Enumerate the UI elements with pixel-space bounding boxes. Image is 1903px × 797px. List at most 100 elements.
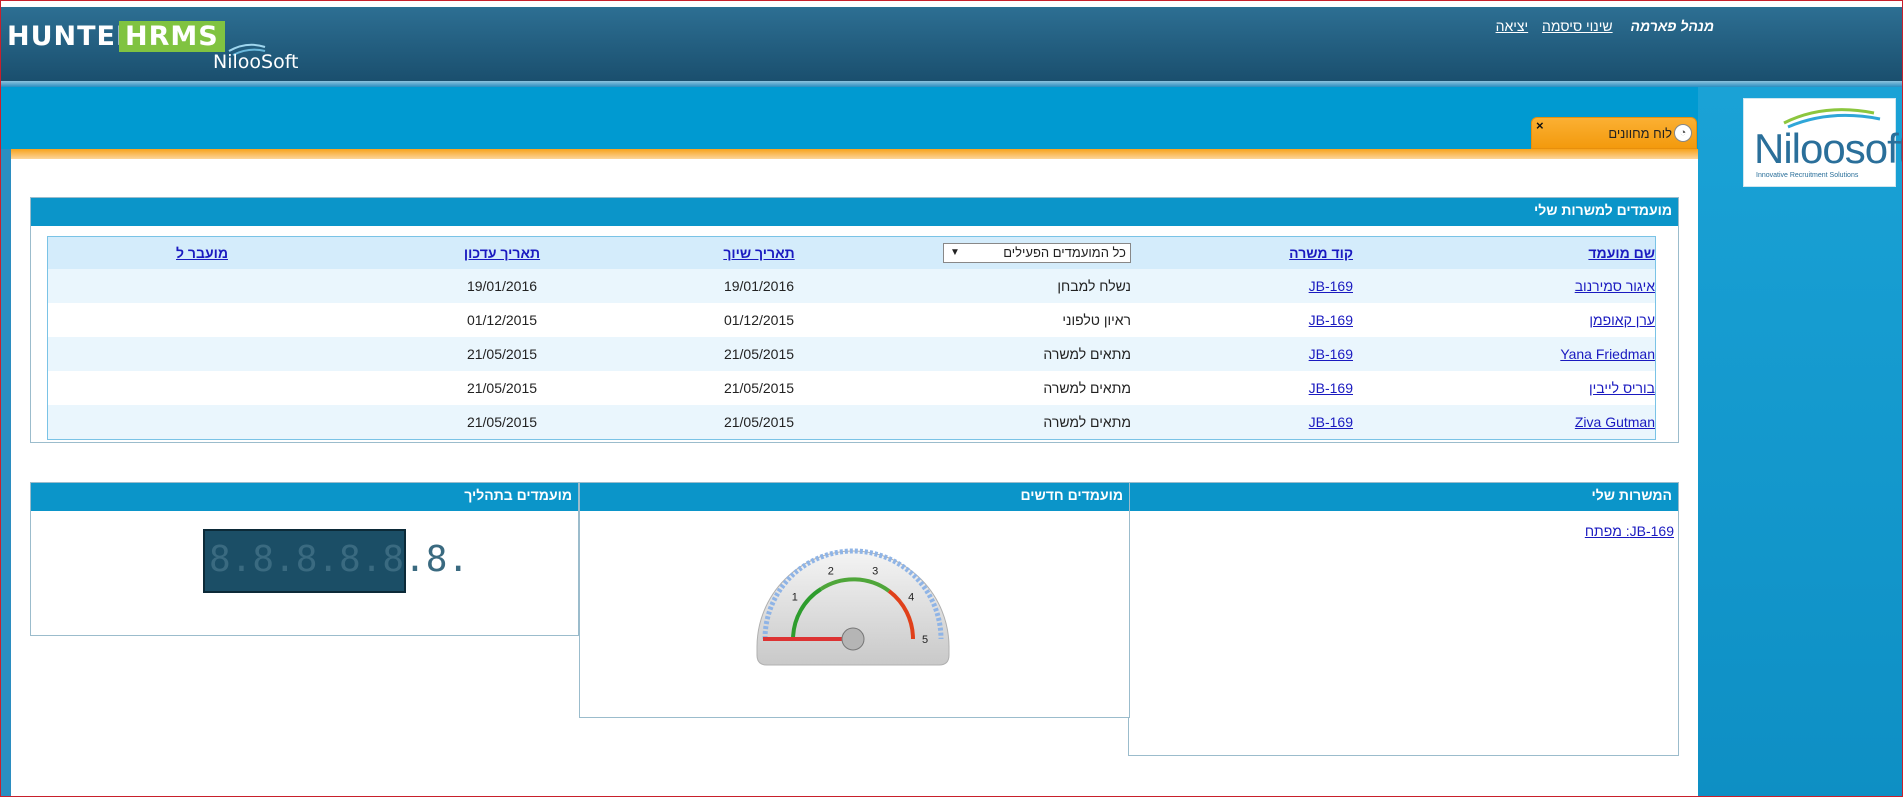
- candidate-name-link[interactable]: ערן קאופמן: [1589, 312, 1655, 328]
- col-job-code[interactable]: קוד משרה: [1132, 236, 1354, 269]
- candidate-name-link[interactable]: Yana Friedman: [1560, 346, 1655, 362]
- moved-to-cell: [47, 303, 356, 337]
- candidates-panel-title: מועמדים למשרות שלי: [31, 198, 1678, 226]
- dropdown-arrow-icon: ▼: [950, 247, 960, 258]
- logout-link[interactable]: יציאה: [1496, 18, 1529, 34]
- sort-candidate-name[interactable]: שם מועמד: [1588, 245, 1655, 261]
- col-candidate-name[interactable]: שם מועמד: [1354, 236, 1656, 269]
- logo-hrms-text: HRMS: [119, 21, 225, 52]
- updated-date-cell: 21/05/2015: [356, 371, 648, 405]
- table-row: איגור סמירנוב JB-169 נשלח למבחן 19/01/2016 1…: [47, 269, 1656, 303]
- job-code-link[interactable]: JB-169: [1309, 312, 1353, 328]
- in-process-panel: מועמדים בתהליך 8.8.8.8.8.8.5: [30, 482, 579, 636]
- job-code-link[interactable]: JB-169: [1309, 414, 1353, 430]
- table-row: בוריס לייבין JB-169 מתאים למשרה 21/05/2015 2…: [47, 371, 1656, 405]
- close-tab-icon[interactable]: ×: [1536, 118, 1544, 133]
- in-process-value: 5: [469, 539, 491, 580]
- sort-job-code[interactable]: קוד משרה: [1289, 245, 1353, 261]
- new-candidates-panel: מועמדים חדשים 1 2 3 4 5: [579, 482, 1130, 718]
- job-link[interactable]: JB-169: מפתח: [1585, 523, 1674, 539]
- candidate-name-cell[interactable]: ערן קאופמן: [1354, 303, 1656, 337]
- new-candidates-title: מועמדים חדשים: [580, 483, 1129, 511]
- job-code-cell[interactable]: JB-169: [1132, 405, 1354, 440]
- job-code-cell[interactable]: JB-169: [1132, 337, 1354, 371]
- gauge-tick-label: 3: [872, 566, 878, 578]
- job-code-cell[interactable]: JB-169: [1132, 303, 1354, 337]
- sort-updated-date[interactable]: תאריך עדכון: [464, 245, 540, 261]
- assigned-date-cell: 21/05/2015: [648, 405, 870, 440]
- job-code-link[interactable]: JB-169: [1309, 278, 1353, 294]
- job-code-cell[interactable]: JB-169: [1132, 371, 1354, 405]
- assigned-date-cell: 21/05/2015: [648, 337, 870, 371]
- status-cell: מתאים למשרה: [870, 337, 1132, 371]
- col-status-filter[interactable]: כל המועמדים הפעילים ▼: [870, 236, 1132, 269]
- in-process-title: מועמדים בתהליך: [31, 483, 578, 511]
- updated-date-cell: 01/12/2015: [356, 303, 648, 337]
- new-candidates-gauge: 1 2 3 4 5: [756, 548, 950, 666]
- job-code-cell[interactable]: JB-169: [1132, 269, 1354, 303]
- candidates-table: שם מועמד קוד משרה כל המועמדים הפעילים ▼ ת…: [47, 236, 1656, 440]
- moved-to-cell: [47, 371, 356, 405]
- table-row: ערן קאופמן JB-169 ראיון טלפוני 01/12/2015 01…: [47, 303, 1656, 337]
- gauge-tick-label: 2: [828, 566, 834, 578]
- assigned-date-cell: 21/05/2015: [648, 371, 870, 405]
- gauge-tick-label: 5: [922, 634, 928, 646]
- col-updated-date[interactable]: תאריך עדכון: [356, 236, 648, 269]
- left-edge: [1, 149, 11, 796]
- candidate-name-link[interactable]: Ziva Gutman: [1575, 414, 1655, 430]
- table-row: Yana Friedman JB-169 מתאים למשרה 21/05/2015…: [47, 337, 1656, 371]
- table-header-row: שם מועמד קוד משרה כל המועמדים הפעילים ▼ ת…: [47, 236, 1656, 269]
- moved-to-cell: [47, 337, 356, 371]
- user-name: מנהל פארמה: [1630, 18, 1714, 34]
- status-filter-select[interactable]: כל המועמדים הפעילים ▼: [943, 243, 1131, 263]
- status-cell: מתאים למשרה: [870, 371, 1132, 405]
- logo-niloosoft-text: NilooSoft: [213, 51, 299, 73]
- dashboard-gauge-icon: ◔: [1674, 124, 1692, 142]
- tab-dashboard[interactable]: × לוח מחוונים ◔: [1531, 117, 1697, 149]
- table-row: Ziva Gutman JB-169 מתאים למשרה 21/05/2015 21…: [47, 405, 1656, 440]
- my-jobs-panel: המשרות שלי JB-169: מפתח: [1128, 482, 1679, 756]
- candidates-panel: מועמדים למשרות שלי שם מועמד קוד משרה כל …: [30, 197, 1679, 443]
- updated-date-cell: 19/01/2016: [356, 269, 648, 303]
- my-jobs-title: המשרות שלי: [1129, 483, 1678, 511]
- lcd-background-digits: 8.8.8.8.8.8.: [209, 539, 470, 580]
- sort-assigned-date[interactable]: תאריך שיוך: [723, 245, 794, 261]
- status-filter-value: כל המועמדים הפעילים: [1003, 245, 1126, 260]
- right-sidebar: [1698, 87, 1902, 796]
- col-moved-to[interactable]: מועבר ל: [47, 236, 356, 269]
- status-cell: מתאים למשרה: [870, 405, 1132, 440]
- status-cell: ראיון טלפוני: [870, 303, 1132, 337]
- tab-band: [1, 87, 1698, 149]
- updated-date-cell: 21/05/2015: [356, 337, 648, 371]
- moved-to-cell: [47, 269, 356, 303]
- moved-to-cell: [47, 405, 356, 440]
- dashboard-content: מועמדים למשרות שלי שם מועמד קוד משרה כל …: [11, 159, 1698, 796]
- gauge-tick-label: 4: [908, 592, 914, 604]
- top-header: HUNTER HRMS NilooSoft מנהל פארמה שינוי ס…: [1, 7, 1902, 81]
- updated-date-cell: 21/05/2015: [356, 405, 648, 440]
- table-body: איגור סמירנוב JB-169 נשלח למבחן 19/01/2016 1…: [47, 269, 1656, 440]
- candidate-name-cell[interactable]: Ziva Gutman: [1354, 405, 1656, 440]
- change-password-link[interactable]: שינוי סיסמה: [1542, 18, 1613, 34]
- assigned-date-cell: 19/01/2016: [648, 269, 870, 303]
- app-window: HUNTER HRMS NilooSoft מנהל פארמה שינוי ס…: [0, 0, 1903, 797]
- sort-moved-to[interactable]: מועבר ל: [176, 245, 228, 261]
- candidate-name-cell[interactable]: Yana Friedman: [1354, 337, 1656, 371]
- tab-underline: [11, 149, 1698, 159]
- status-cell: נשלח למבחן: [870, 269, 1132, 303]
- gauge-hub: [841, 627, 865, 651]
- col-assigned-date[interactable]: תאריך שיוך: [648, 236, 870, 269]
- niloosoft-logo-text: Niloosoft: [1754, 125, 1903, 172]
- gauge-tick-label: 1: [792, 592, 798, 604]
- assigned-date-cell: 01/12/2015: [648, 303, 870, 337]
- niloosoft-tagline: Innovative Recruitment Solutions: [1756, 172, 1859, 179]
- niloosoft-side-logo: Niloosoft Innovative Recruitment Solutio…: [1743, 98, 1902, 187]
- candidate-name-link[interactable]: בוריס לייבין: [1589, 380, 1655, 396]
- in-process-counter: 8.8.8.8.8.8.5: [203, 529, 491, 593]
- candidate-name-link[interactable]: איגור סמירנוב: [1575, 278, 1655, 294]
- candidate-name-cell[interactable]: איגור סמירנוב: [1354, 269, 1656, 303]
- candidate-name-cell[interactable]: בוריס לייבין: [1354, 371, 1656, 405]
- top-links: מנהל פארמה שינוי סיסמה יציאה: [1486, 18, 1714, 34]
- job-code-link[interactable]: JB-169: [1309, 346, 1353, 362]
- job-code-link[interactable]: JB-169: [1309, 380, 1353, 396]
